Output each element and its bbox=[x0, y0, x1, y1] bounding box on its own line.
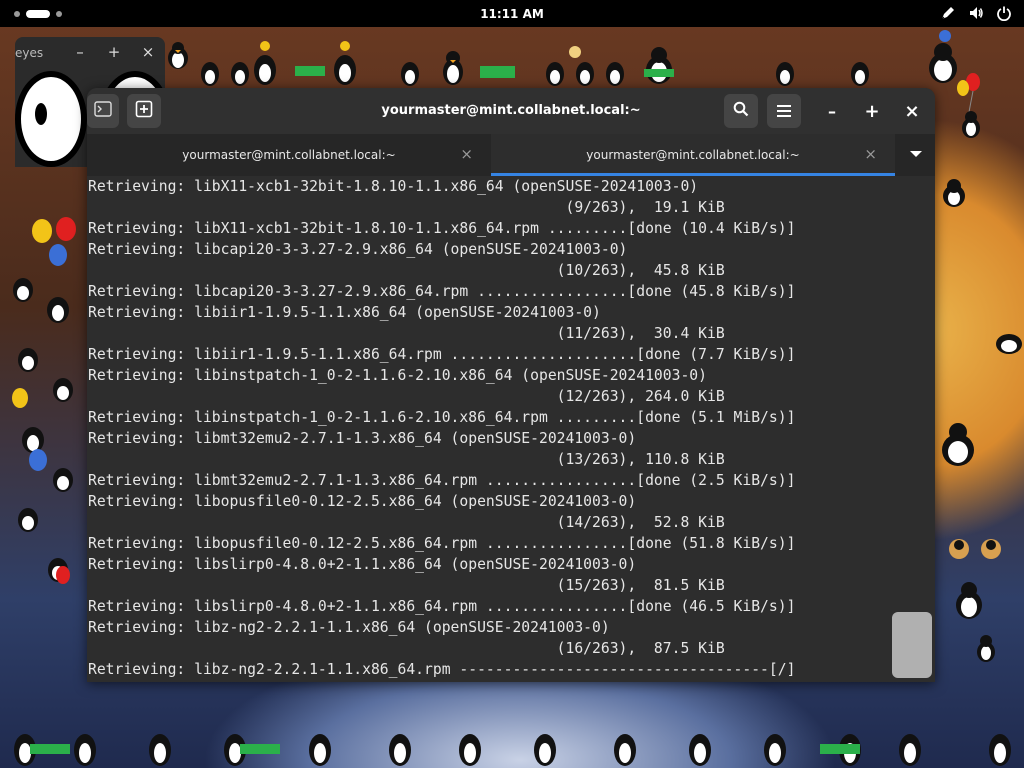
output-line: Retrieving: libz-ng2-2.2.1-1.1.x86_64.rp… bbox=[88, 661, 796, 678]
top-bar: 11:11 AM bbox=[0, 0, 1024, 27]
tab-1[interactable]: yourmaster@mint.collabnet.local:~ × bbox=[87, 134, 491, 176]
penguin-icon bbox=[443, 51, 463, 85]
left-pupil bbox=[35, 103, 47, 125]
tab-2[interactable]: yourmaster@mint.collabnet.local:~ × bbox=[491, 134, 895, 176]
power-icon[interactable] bbox=[996, 5, 1012, 21]
penguin-icon bbox=[996, 334, 1022, 354]
penguin-icon bbox=[956, 582, 982, 619]
main-menu-button[interactable] bbox=[767, 94, 801, 128]
output-line: (14/263), 52.8 KiB bbox=[88, 514, 725, 531]
penguin-icon bbox=[942, 423, 974, 466]
output-line: (12/263), 264.0 KiB bbox=[88, 388, 725, 405]
balloon-icon bbox=[957, 73, 980, 112]
output-line: Retrieving: libiir1-1.9.5-1.1.x86_64 (op… bbox=[88, 304, 601, 321]
pen-icon[interactable] bbox=[940, 5, 956, 21]
system-tray[interactable] bbox=[940, 5, 1012, 21]
penguin-icon bbox=[962, 111, 980, 138]
output-line: (15/263), 81.5 KiB bbox=[88, 577, 725, 594]
output-line: Retrieving: libX11-xcb1-32bit-1.8.10-1.1… bbox=[88, 178, 699, 195]
penguin-icon bbox=[168, 42, 188, 69]
terminal-window[interactable]: yourmaster@mint.collabnet.local:~ – + × … bbox=[87, 88, 935, 682]
penguin-icon bbox=[943, 179, 965, 207]
output-line: Retrieving: libmt32emu2-2.7.1-1.3.x86_64… bbox=[88, 430, 637, 447]
tab-close-icon[interactable]: × bbox=[864, 145, 877, 163]
penguin-icon bbox=[14, 734, 1011, 766]
balloon-icon bbox=[32, 217, 76, 266]
output-line: (16/263), 87.5 KiB bbox=[88, 640, 725, 657]
chevron-down-icon bbox=[909, 146, 923, 165]
penguin-icon bbox=[949, 539, 1001, 559]
penguin-icon bbox=[201, 41, 419, 86]
output-line: Retrieving: libslirp0-4.8.0+2-1.1.x86_64… bbox=[88, 598, 796, 615]
output-line: (11/263), 30.4 KiB bbox=[88, 325, 725, 342]
eyes-close-button[interactable]: × bbox=[139, 43, 157, 61]
eyes-minimize-button[interactable]: – bbox=[71, 43, 89, 61]
output-line: Retrieving: libinstpatch-1_0-2-1.1.6-2.1… bbox=[88, 409, 796, 426]
penguin-icon bbox=[480, 46, 624, 86]
output-line: Retrieving: libcapi20-3-3.27-2.9.x86_64.… bbox=[88, 283, 796, 300]
output-line: Retrieving: libcapi20-3-3.27-2.9.x86_64 … bbox=[88, 241, 628, 258]
output-line: Retrieving: libX11-xcb1-32bit-1.8.10-1.1… bbox=[88, 220, 796, 237]
eyes-maximize-button[interactable]: + bbox=[105, 43, 123, 61]
output-line: (10/263), 45.8 KiB bbox=[88, 262, 725, 279]
minimize-button[interactable]: – bbox=[815, 94, 849, 128]
output-line: (9/263), 19.1 KiB bbox=[88, 199, 725, 216]
clock[interactable]: 11:11 AM bbox=[0, 7, 1024, 21]
terminal-headerbar[interactable]: yourmaster@mint.collabnet.local:~ – + × bbox=[87, 88, 935, 134]
output-line: (13/263), 110.8 KiB bbox=[88, 451, 725, 468]
penguin-icon bbox=[977, 635, 995, 662]
hamburger-menu-icon bbox=[777, 102, 791, 121]
tab-bar: yourmaster@mint.collabnet.local:~ × your… bbox=[87, 134, 935, 176]
maximize-icon: + bbox=[864, 100, 880, 122]
tab-label: yourmaster@mint.collabnet.local:~ bbox=[182, 148, 396, 162]
tab-label: yourmaster@mint.collabnet.local:~ bbox=[586, 148, 800, 162]
output-line: Retrieving: libiir1-1.9.5-1.1.x86_64.rpm… bbox=[88, 346, 796, 363]
penguin-icon bbox=[776, 62, 869, 86]
penguin-icon bbox=[12, 278, 73, 584]
window-title: yourmaster@mint.collabnet.local:~ bbox=[381, 103, 641, 118]
output-line: Retrieving: libopusfile0-0.12-2.5.x86_64… bbox=[88, 535, 796, 552]
eyes-window-title: eyes bbox=[15, 46, 44, 60]
search-icon bbox=[733, 101, 749, 121]
search-button[interactable] bbox=[724, 94, 758, 128]
volume-icon[interactable] bbox=[968, 5, 984, 21]
maximize-button[interactable]: + bbox=[855, 94, 889, 128]
tab-list-dropdown[interactable] bbox=[909, 146, 923, 165]
output-line: Retrieving: libopusfile0-0.12-2.5.x86_64… bbox=[88, 493, 637, 510]
output-line: Retrieving: libslirp0-4.8.0+2-1.1.x86_64… bbox=[88, 556, 637, 573]
minimize-icon: – bbox=[828, 101, 836, 121]
output-line: Retrieving: libinstpatch-1_0-2-1.1.6-2.1… bbox=[88, 367, 707, 384]
eyes-titlebar[interactable]: eyes – + × bbox=[15, 37, 165, 67]
close-icon: × bbox=[904, 100, 920, 122]
left-eye bbox=[15, 71, 87, 167]
scrollbar-thumb[interactable] bbox=[892, 612, 932, 678]
output-line: Retrieving: libmt32emu2-2.7.1-1.3.x86_64… bbox=[88, 472, 796, 489]
close-button[interactable]: × bbox=[895, 94, 929, 128]
output-line: Retrieving: libz-ng2-2.2.1-1.1.x86_64 (o… bbox=[88, 619, 610, 636]
tab-close-icon[interactable]: × bbox=[460, 145, 473, 163]
terminal-output[interactable]: Retrieving: libX11-xcb1-32bit-1.8.10-1.1… bbox=[87, 176, 935, 682]
penguin-icon bbox=[644, 47, 674, 84]
